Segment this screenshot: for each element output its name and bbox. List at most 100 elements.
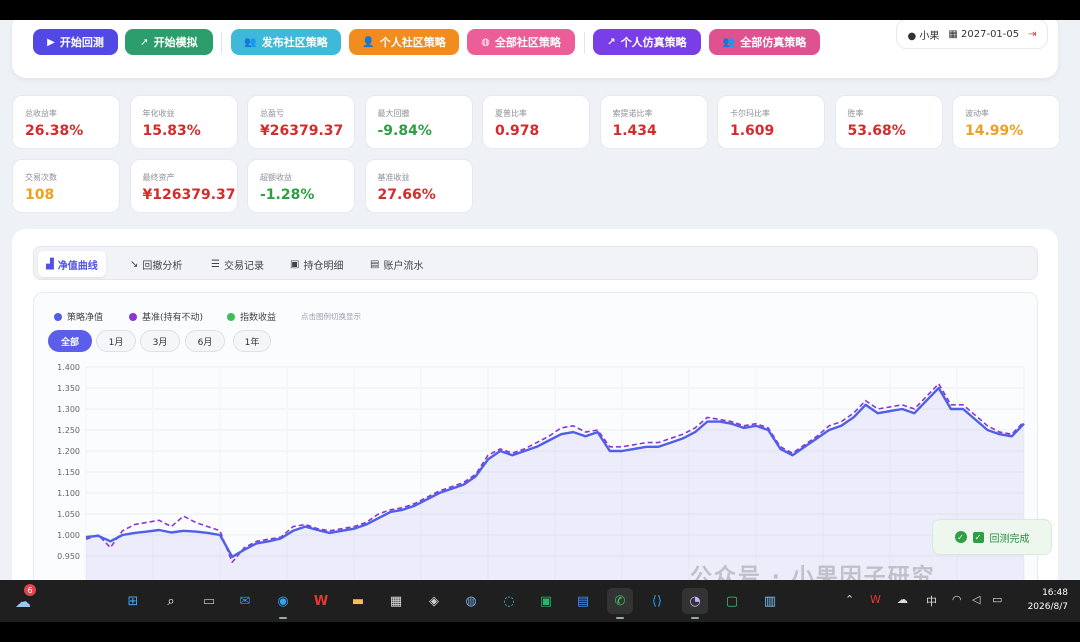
user-name-label: 小果: [919, 30, 940, 42]
tab-positions[interactable]: ▣ 持仓明细: [282, 251, 351, 277]
metric-card: 夏普比率 0.978: [482, 95, 590, 149]
tab-equity-curve[interactable]: ▟ 净值曲线: [38, 251, 106, 277]
ime-indicator[interactable]: 中: [926, 593, 937, 609]
users-icon: 👥: [722, 36, 736, 48]
metric-label: 波动率: [965, 109, 989, 118]
start-icon[interactable]: ⊞: [120, 588, 146, 614]
publish-community-strategy-label: 发布社区策略: [261, 36, 328, 49]
all-sim-strategy-button[interactable]: 👥 全部仿真策略: [709, 29, 820, 55]
all-sim-strategy-label: 全部仿真策略: [740, 36, 807, 49]
edge-browser-icon[interactable]: ◉: [270, 588, 296, 619]
bag-icon[interactable]: ▣: [533, 588, 559, 614]
user-plus-icon: 👤: [362, 36, 375, 48]
notepad-icon[interactable]: ▥: [757, 588, 783, 614]
watermark: 公众号 · 小果因子研究: [690, 565, 936, 580]
metric-value: 14.99%: [965, 123, 1024, 139]
wps-icon[interactable]: W: [308, 588, 334, 614]
metric-label: 总盈亏: [260, 109, 284, 118]
folder-icon[interactable]: ▬: [345, 588, 371, 614]
equity-chart: 策略净值 基准(持有不动) 指数收益 点击图例切换显示 全部 1月 3月 6月 …: [33, 292, 1038, 580]
metric-value: ¥26379.37: [260, 123, 344, 139]
user-circle-icon: ●: [907, 30, 917, 42]
app-icon[interactable]: ◈: [421, 588, 447, 614]
volume-icon[interactable]: ◁: [972, 593, 980, 606]
rocket-icon: ➚: [140, 36, 149, 48]
ledger-icon: ▤: [370, 258, 380, 270]
y-tick-label: 1.300: [57, 405, 80, 414]
search-icon[interactable]: ⌕: [158, 588, 184, 614]
weather-badge: 6: [24, 584, 36, 596]
chevron-up-icon[interactable]: ⌃: [845, 593, 854, 606]
metric-label: 最大回撤: [377, 109, 410, 118]
wps-tray-icon[interactable]: W: [870, 593, 881, 606]
y-tick-label: 1.100: [57, 489, 80, 498]
metric-card: 波动率 14.99%: [952, 95, 1060, 149]
chart-line-icon: ↗: [607, 36, 616, 48]
y-tick-label: 1.250: [57, 426, 80, 435]
publish-community-strategy-button[interactable]: 👥 发布社区策略: [231, 29, 341, 55]
personal-community-strategy-button[interactable]: 👤 个人社区策略: [349, 29, 459, 55]
mail-icon[interactable]: ✉: [232, 588, 258, 614]
checkbox-icon: ✓: [972, 531, 984, 543]
metric-label: 胜率: [847, 109, 864, 118]
personal-community-strategy-label: 个人社区策略: [379, 36, 446, 49]
metric-card: 基准收益 27.66%: [364, 159, 473, 213]
start-backtest-button[interactable]: ▶ 开始回测: [33, 29, 118, 55]
date-label: 2027-01-05: [961, 28, 1020, 40]
metric-value: 15.83%: [142, 123, 201, 139]
board-icon[interactable]: ▤: [570, 588, 596, 614]
metric-card: 最大回撤 -9.84%: [364, 95, 473, 149]
date-display: ▦ 2027-01-05: [948, 29, 1019, 40]
metric-card: 年化收益 15.83%: [129, 95, 238, 149]
list-icon: ☰: [211, 258, 220, 270]
calendar-icon: ▦: [948, 28, 958, 40]
toolbar: ▶ 开始回测 ➚ 开始模拟 👥 发布社区策略 👤 个人社区策略 ◍ 全部社区策略 ↗ 个人仿…: [12, 20, 1058, 78]
metric-label: 交易次数: [25, 173, 57, 182]
metric-value: 53.68%: [847, 123, 906, 139]
edge-dev-icon[interactable]: ◌: [496, 588, 522, 614]
metric-value: ¥126379.37: [142, 187, 236, 203]
tab-trades[interactable]: ☰ 交易记录: [203, 251, 272, 277]
tab-account-flow[interactable]: ▤ 账户流水: [362, 251, 431, 277]
app-screen: ▶ 开始回测 ➚ 开始模拟 👥 发布社区策略 👤 个人社区策略 ◍ 全部社区策略 ↗ 个人仿…: [0, 20, 1080, 580]
tab-label: 持仓明细: [303, 260, 344, 272]
result-tabs: ▟ 净值曲线 ↘ 回撤分析 ☰ 交易记录 ▣ 持仓明细 ▤ 账户流水: [33, 246, 1038, 280]
user-name[interactable]: ● 小果: [907, 27, 939, 42]
tab-label: 账户流水: [383, 260, 424, 272]
chart-plot: 1.400 1.350 1.300 1.250 1.200 1.150 1.100 1.050…: [57, 363, 1025, 580]
all-community-strategy-button[interactable]: ◍ 全部社区策略: [467, 29, 575, 55]
metric-card: 总收益率 26.38%: [12, 95, 120, 149]
vscode-icon[interactable]: ⟨⟩: [644, 588, 670, 614]
metric-label: 卡尔玛比率: [730, 109, 770, 118]
clock[interactable]: 16:48 2026/8/7: [1028, 586, 1068, 614]
y-tick-label: 1.400: [57, 363, 80, 372]
chart-area-icon: ▟: [46, 258, 54, 270]
wifi-icon[interactable]: ◠: [952, 593, 962, 606]
toast-notification: ✓ ✓ 回测完成: [932, 519, 1052, 555]
cloud-tray-icon[interactable]: ☁: [897, 593, 908, 606]
personal-sim-strategy-button[interactable]: ↗ 个人仿真策略: [593, 29, 701, 55]
chat-icon[interactable]: ▢: [719, 588, 745, 614]
metric-label: 夏普比率: [495, 109, 527, 118]
battery-icon[interactable]: ▭: [992, 593, 1002, 606]
metric-value: 0.978: [495, 123, 540, 139]
personal-sim-strategy-label: 个人仿真策略: [620, 36, 687, 49]
globe-app-icon[interactable]: ◍: [458, 588, 484, 614]
wechat-icon[interactable]: ✆: [607, 588, 633, 619]
metric-card: 超额收益 -1.28%: [247, 159, 355, 213]
start-simulation-button[interactable]: ➚ 开始模拟: [125, 29, 213, 55]
metric-card: 总盈亏 ¥26379.37: [247, 95, 355, 149]
chart-line-icon: ↘: [130, 258, 139, 270]
metric-value: 1.609: [730, 123, 775, 139]
metric-card: 交易次数 108: [12, 159, 120, 213]
chart-app-icon[interactable]: ◔: [682, 588, 708, 619]
metric-value: 27.66%: [377, 187, 436, 203]
y-tick-label: 1.150: [57, 468, 80, 477]
metric-card: 最终资产 ¥126379.37: [129, 159, 238, 213]
task-view-icon[interactable]: ▭: [196, 588, 222, 614]
store-icon[interactable]: ▦: [383, 588, 409, 614]
start-backtest-label: 开始回测: [59, 36, 104, 49]
logout-icon[interactable]: ⇥: [1028, 29, 1036, 40]
weather-widget[interactable]: ☁ 6: [10, 584, 36, 614]
tab-drawdown[interactable]: ↘ 回撤分析: [122, 251, 190, 277]
